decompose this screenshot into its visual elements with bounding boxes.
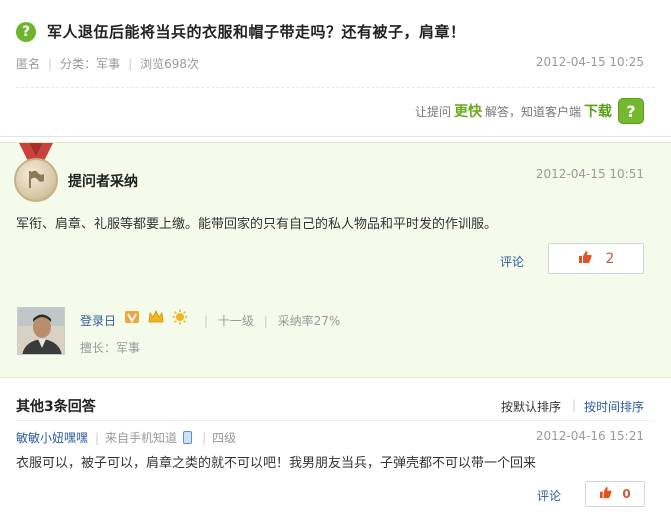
app-promo[interactable]: 让提问 更快 解答，知道客户端 下载 ? xyxy=(415,98,644,124)
answer-time: 2012-04-15 10:51 xyxy=(535,167,644,181)
divider xyxy=(16,420,655,421)
phone-icon xyxy=(183,431,193,444)
like-count: 0 xyxy=(622,487,631,501)
accepted-answer-block: 提问者采纳 2012-04-15 10:51 军衔、肩章、礼服等都要上缴。能带回… xyxy=(0,142,671,378)
divider: | xyxy=(204,314,209,328)
answer-user-level: 四级 xyxy=(212,431,237,445)
accepted-label: 提问者采纳 xyxy=(68,174,138,190)
question-views: 浏览698次 xyxy=(140,57,200,71)
question-app-icon[interactable]: ? xyxy=(618,98,644,124)
question-category[interactable]: 分类：军事 xyxy=(60,57,120,71)
divider: | xyxy=(263,314,268,328)
divider xyxy=(16,87,655,88)
question-block: ? 军人退伍后能将当兵的衣服和帽子带走吗？还有被子，肩章！ 匿名 | 分类：军事 | 浏… xyxy=(0,0,671,137)
like-count: 2 xyxy=(605,250,615,267)
v-badge-icon[interactable] xyxy=(124,309,140,325)
answer-meta: | 来自手机知道 | 四级 xyxy=(95,429,236,446)
question-time: 2012-04-15 10:25 xyxy=(535,55,644,69)
like-button[interactable]: 0 xyxy=(585,481,645,507)
answer-time: 2012-04-16 15:21 xyxy=(535,429,644,443)
thumb-up-icon xyxy=(578,250,592,268)
comment-link[interactable]: 评论 xyxy=(500,253,524,270)
flag-icon xyxy=(29,170,44,188)
other-answers-heading: 其他3条回答 xyxy=(16,399,96,415)
like-button[interactable]: 2 xyxy=(548,243,644,274)
crown-icon[interactable] xyxy=(148,309,164,325)
comment-link[interactable]: 评论 xyxy=(537,487,561,504)
medal-icon xyxy=(14,158,58,202)
answer-source[interactable]: 来自手机知道 xyxy=(105,429,177,446)
user-level-text: 十一级 xyxy=(217,314,254,328)
promo-text-2: 解答，知道客户端 xyxy=(484,104,581,119)
promo-text-1: 让提问 xyxy=(414,104,451,119)
answer-content: 军衔、肩章、礼服等都要上缴。能带回家的只有自己的私人物品和平时发的作训服。 xyxy=(16,217,498,232)
question-meta: 匿名 | 分类：军事 | 浏览698次 xyxy=(16,55,199,72)
thumb-up-icon xyxy=(599,486,612,503)
avatar[interactable] xyxy=(17,307,65,355)
divider: | xyxy=(128,57,133,71)
user-level: | 十一级 | 采纳率27% xyxy=(204,312,340,329)
divider: | xyxy=(572,398,577,412)
user-name[interactable]: 登录日 xyxy=(80,312,116,329)
promo-highlight: 更快 xyxy=(453,104,482,120)
adoption-rate: 采纳率27% xyxy=(277,314,341,328)
divider: | xyxy=(48,57,53,71)
user-badges xyxy=(124,309,196,325)
question-icon: ? xyxy=(16,22,36,42)
question-author: 匿名 xyxy=(16,57,41,71)
promo-download-link[interactable]: 下载 xyxy=(584,101,612,121)
sun-icon[interactable] xyxy=(172,309,188,325)
divider: | xyxy=(95,430,100,445)
answer-content: 衣服可以，被子可以，肩章之类的就不可以吧！我男朋友当兵，子弹壳都不可以带一个回来 xyxy=(16,456,537,471)
user-specialty: 擅长：军事 xyxy=(80,341,141,355)
question-title: 军人退伍后能将当兵的衣服和帽子带走吗？还有被子，肩章！ xyxy=(47,23,466,41)
sort-time-button[interactable]: 按时间排序 xyxy=(584,398,644,415)
sort-default-button[interactable]: 按默认排序 xyxy=(501,398,561,415)
divider: | xyxy=(202,430,207,445)
answer-user-name[interactable]: 敏敏小妞嘿嘿 xyxy=(16,429,88,446)
